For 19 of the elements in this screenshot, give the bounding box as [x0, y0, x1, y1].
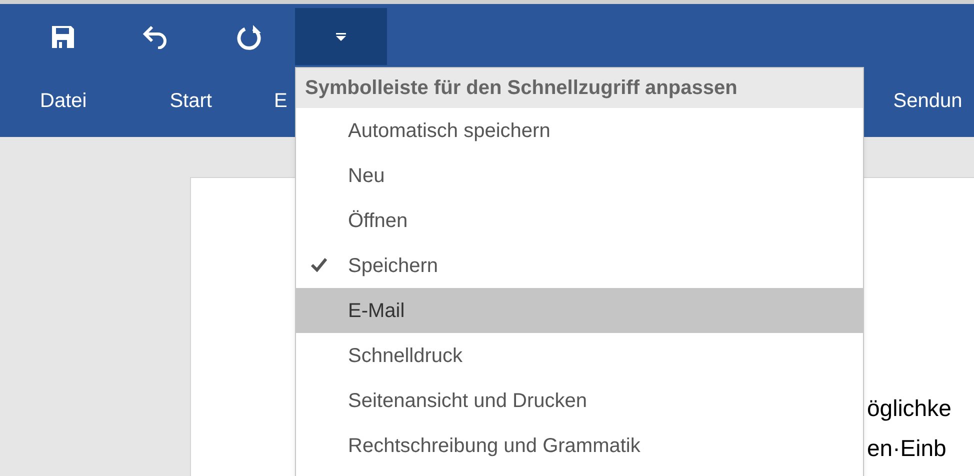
undo-icon	[142, 24, 168, 48]
menu-item[interactable]: E-Mail	[296, 288, 863, 333]
menu-item[interactable]: Neu	[296, 153, 863, 198]
menu-item[interactable]: Öffnen	[296, 198, 863, 243]
dropdown-caret-icon	[336, 32, 346, 40]
ribbon-tab[interactable]: Sendun	[893, 86, 962, 116]
menu-item[interactable]: Rechtschreibung und Grammatik	[296, 423, 863, 468]
document-text: öglichke	[867, 394, 952, 423]
save-icon	[50, 24, 74, 48]
ribbon-tab[interactable]: Datei	[40, 86, 87, 116]
ribbon-tab[interactable]: Start	[170, 86, 212, 116]
document-text: en·Einb	[867, 434, 948, 463]
menu-item[interactable]: Speichern	[296, 243, 863, 288]
menu-item[interactable]: Seitenansicht und Drucken	[296, 378, 863, 423]
menu-item[interactable]: Automatisch speichern	[296, 108, 863, 153]
menu-header: Symbolleiste für den Schnellzugriff anpassen	[296, 68, 863, 108]
ribbon-tab[interactable]: E	[274, 86, 288, 116]
refresh-icon	[234, 22, 262, 50]
menu-item[interactable]: Schnelldruck	[296, 333, 863, 378]
